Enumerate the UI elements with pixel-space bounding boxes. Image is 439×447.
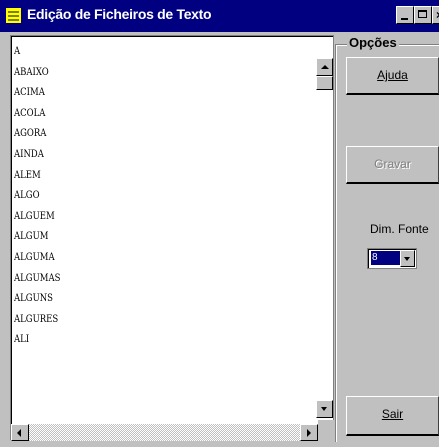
chevron-down-icon [404,257,410,261]
scroll-down-button[interactable] [316,400,333,418]
list-item[interactable]: ALGO [14,186,60,207]
list-item[interactable]: ALGUM [14,227,60,248]
save-button[interactable]: Gravar [346,146,439,184]
font-size-value: 8 [371,251,400,265]
word-list-items: A ABAIXO ACIMA ACOLA AGORA AINDA ALEM AL… [14,42,69,351]
vertical-scroll-thumb[interactable] [316,76,333,90]
list-item[interactable]: A [14,42,60,63]
arrow-right-icon [307,429,311,437]
arrow-down-icon [321,407,327,411]
scroll-up-button[interactable] [316,58,333,76]
list-item[interactable]: ACOLA [14,104,60,125]
options-group-title: Opções [347,35,399,50]
scroll-right-button[interactable] [300,424,318,441]
list-item[interactable]: ALGURES [14,310,60,331]
title-bar: Edição de Ficheiros de Texto × [0,0,439,32]
list-item[interactable]: ALGUNS [14,289,60,310]
close-button[interactable]: × [432,6,439,24]
maximize-icon [418,10,427,18]
font-size-select[interactable]: 8 [367,248,417,269]
exit-button[interactable]: Sair [346,396,439,436]
maximize-button[interactable] [414,6,432,24]
list-item[interactable]: ALGUEM [14,207,60,228]
list-item[interactable]: ALGUMA [14,248,60,269]
font-size-dropdown-button[interactable] [400,250,415,267]
list-item[interactable]: ACIMA [14,83,60,104]
arrow-left-icon [17,429,21,437]
font-size-label: Dim. Fonte [370,222,429,236]
document-icon [6,8,21,23]
size-grip [318,420,334,440]
list-item[interactable]: ABAIXO [14,63,60,84]
list-item[interactable]: AINDA [14,145,60,166]
help-button[interactable]: Ajuda [346,57,439,95]
minimize-button[interactable] [396,6,414,24]
scroll-left-button[interactable] [11,424,29,441]
list-item[interactable]: ALI [14,330,60,351]
horizontal-scrollbar[interactable] [12,424,318,441]
help-button-label: Ajuda [377,68,408,82]
word-list[interactable]: A ABAIXO ACIMA ACOLA AGORA AINDA ALEM AL… [10,35,334,440]
arrow-up-icon [321,65,329,69]
exit-button-label: Sair [381,407,404,421]
minimize-icon [401,18,408,20]
options-group [335,44,439,442]
list-item[interactable]: ALGUMAS [14,269,60,290]
window-title: Edição de Ficheiros de Texto [27,6,212,22]
list-item[interactable]: ALEM [14,166,60,187]
save-button-label: Gravar [374,157,411,171]
list-item[interactable]: AGORA [14,124,60,145]
